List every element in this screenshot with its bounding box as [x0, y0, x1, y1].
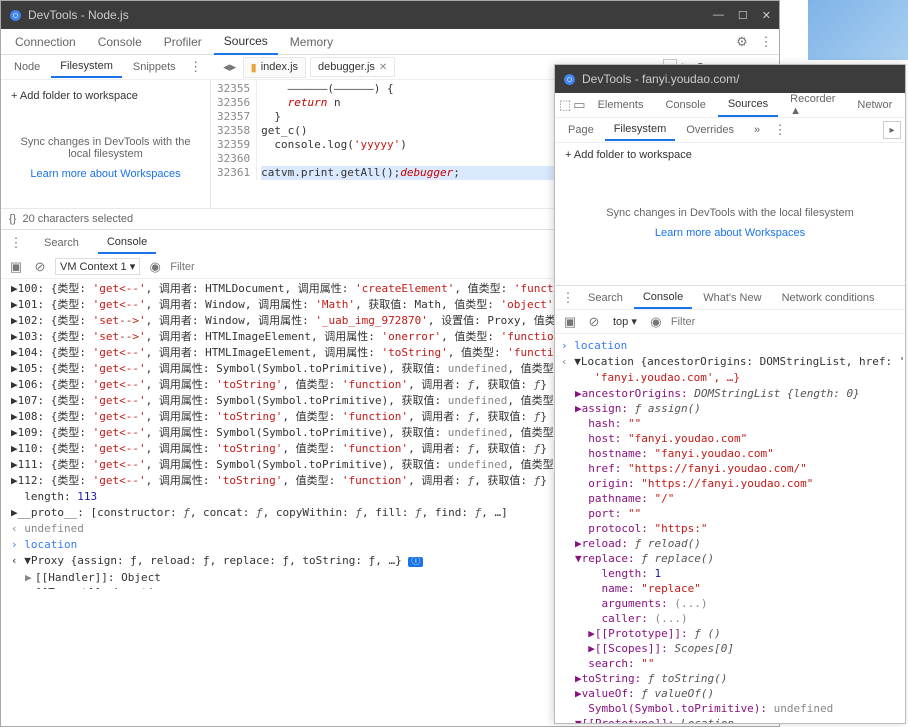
subtab-snippets[interactable]: Snippets: [124, 57, 185, 77]
subtab-overrides[interactable]: Overrides: [677, 120, 743, 140]
learn-link-2[interactable]: Learn more about Workspaces: [561, 227, 899, 239]
device-toggle-icon[interactable]: ▭: [573, 96, 585, 114]
sync-message: Sync changes in DevTools with the local …: [7, 136, 204, 160]
console-toolbar-2: ▣ ⊘ top ▾ ◉: [555, 310, 905, 334]
debugger-pane-icon[interactable]: ▸: [883, 121, 901, 139]
object-tree-row[interactable]: ▶reload: ƒ reload(): [561, 536, 899, 551]
tab-elements[interactable]: Elements: [588, 94, 654, 116]
drawer-whatsnew[interactable]: What's New: [694, 288, 770, 308]
object-tree-row[interactable]: name: "replace": [561, 581, 899, 596]
object-tree-row[interactable]: ▶ancestorOrigins: DOMStringList {length:…: [561, 386, 899, 401]
object-tree-row[interactable]: caller: (...): [561, 611, 899, 626]
object-tree-row[interactable]: protocol: "https:": [561, 521, 899, 536]
pretty-print-icon[interactable]: {}: [9, 213, 16, 225]
tab-console-2[interactable]: Console: [655, 94, 715, 116]
drawer-menu-icon[interactable]: ⋮: [7, 234, 25, 252]
live-expression-icon-2[interactable]: ◉: [647, 313, 665, 331]
learn-workspaces-link[interactable]: Learn more about Workspaces: [7, 168, 204, 180]
more-icon[interactable]: ⋮: [771, 121, 789, 139]
chrome-icon: [563, 73, 576, 86]
object-tree-row[interactable]: hostname: "fanyi.youdao.com": [561, 446, 899, 461]
main-tabstrip-2: ⬚ ▭ Elements Console Sources Recorder ▲ …: [555, 93, 905, 118]
subtab-more[interactable]: »: [745, 120, 769, 140]
tab-connection[interactable]: Connection: [5, 30, 86, 54]
close-icon[interactable]: ✕: [762, 9, 771, 22]
object-tree-row[interactable]: ▶assign: ƒ assign(): [561, 401, 899, 416]
object-tree-row[interactable]: arguments: (...): [561, 596, 899, 611]
sync-message-2: Sync changes in DevTools with the local …: [561, 207, 899, 219]
file-tabs: ◂▸ ▮ index.js debugger.js ✕: [221, 57, 396, 78]
kebab-menu-icon[interactable]: ⋮: [757, 33, 775, 51]
tab-profiler[interactable]: Profiler: [154, 30, 212, 54]
subtab-filesystem-2[interactable]: Filesystem: [605, 119, 676, 141]
object-tree-row[interactable]: ▼[[Prototype]]: Location: [561, 716, 899, 723]
object-tree-row[interactable]: length: 1: [561, 566, 899, 581]
sidebar-toggle-icon[interactable]: ▣: [7, 258, 25, 276]
drawer-tab-search[interactable]: Search: [35, 233, 88, 253]
filetab-index[interactable]: ▮ index.js: [243, 57, 306, 78]
object-tree-row[interactable]: host: "fanyi.youdao.com": [561, 431, 899, 446]
tab-sources[interactable]: Sources: [214, 29, 278, 55]
titlebar-2[interactable]: DevTools - fanyi.youdao.com/: [555, 65, 905, 93]
add-folder-button[interactable]: + Add folder to workspace: [7, 86, 204, 106]
subtab-node[interactable]: Node: [5, 57, 49, 77]
sidebar-toggle-icon-2[interactable]: ▣: [561, 313, 579, 331]
object-tree-row[interactable]: ▼replace: ƒ replace(): [561, 551, 899, 566]
drawer-tabs-2: ⋮ Search Console What's New Network cond…: [555, 285, 905, 310]
minimize-icon[interactable]: —: [713, 9, 724, 22]
line-gutter: 323553235632357 323583235932360 32361323…: [211, 80, 257, 180]
inspect-icon[interactable]: ⬚: [559, 96, 571, 114]
object-tree-row[interactable]: ▶toString: ƒ toString(): [561, 671, 899, 686]
window-controls: — ☐ ✕: [713, 9, 771, 22]
subtab-page[interactable]: Page: [559, 120, 603, 140]
filesystem-sidebar: + Add folder to workspace Sync changes i…: [1, 80, 211, 208]
object-tree-row[interactable]: ▶[[Prototype]]: ƒ (): [561, 626, 899, 641]
more-tabs-icon[interactable]: ⋮: [187, 58, 205, 76]
chrome-icon: [9, 9, 22, 22]
object-tree-row[interactable]: pathname: "/": [561, 491, 899, 506]
selection-status: 20 characters selected: [22, 213, 133, 225]
file-nav-icon[interactable]: ◂▸: [221, 58, 239, 76]
window-title: DevTools - Node.js: [28, 8, 713, 22]
drawer-search[interactable]: Search: [579, 288, 632, 308]
object-tree-row[interactable]: search: "": [561, 656, 899, 671]
object-tree-row[interactable]: href: "https://fanyi.youdao.com/": [561, 461, 899, 476]
object-tree-row[interactable]: ▶[[Scopes]]: Scopes[0]: [561, 641, 899, 656]
object-tree-row[interactable]: port: "": [561, 506, 899, 521]
drawer-menu-icon-2[interactable]: ⋮: [559, 289, 577, 307]
tab-memory[interactable]: Memory: [280, 30, 343, 54]
tab-recorder[interactable]: Recorder ▲: [780, 88, 845, 122]
clear-console-icon-2[interactable]: ⊘: [585, 313, 603, 331]
window-title-2: DevTools - fanyi.youdao.com/: [582, 72, 897, 86]
add-folder-button-2[interactable]: + Add folder to workspace: [555, 143, 905, 167]
tab-network[interactable]: Networ: [847, 94, 902, 116]
filter-input-2[interactable]: [671, 316, 899, 328]
context-selector-2[interactable]: top ▾: [609, 314, 641, 329]
maximize-icon[interactable]: ☐: [738, 9, 748, 22]
object-tree-row[interactable]: origin: "https://fanyi.youdao.com": [561, 476, 899, 491]
sources-subtabs-2: Page Filesystem Overrides » ⋮ ▸: [555, 118, 905, 143]
object-tree-row[interactable]: ▶valueOf: ƒ valueOf(): [561, 686, 899, 701]
close-tab-icon[interactable]: ✕: [379, 62, 387, 73]
main-tabstrip: Connection Console Profiler Sources Memo…: [1, 29, 779, 55]
js-file-icon: ▮: [251, 61, 257, 74]
desktop-background: [808, 0, 908, 60]
subtab-filesystem[interactable]: Filesystem: [51, 56, 122, 78]
drawer-netcond[interactable]: Network conditions: [773, 288, 884, 308]
object-tree-row[interactable]: hash: "": [561, 416, 899, 431]
devtools-window-fanyi: DevTools - fanyi.youdao.com/ ⬚ ▭ Element…: [554, 64, 906, 724]
settings-icon[interactable]: ⚙: [733, 33, 751, 51]
console-output-2[interactable]: › location ‹ ▼Location {ancestorOrigins:…: [555, 334, 905, 723]
clear-console-icon[interactable]: ⊘: [31, 258, 49, 276]
tab-sources-2[interactable]: Sources: [718, 93, 778, 117]
drawer-tab-console[interactable]: Console: [98, 232, 156, 254]
drawer-console[interactable]: Console: [634, 287, 692, 309]
tab-console[interactable]: Console: [88, 30, 152, 54]
object-tree-row[interactable]: Symbol(Symbol.toPrimitive): undefined: [561, 701, 899, 716]
live-expression-icon[interactable]: ◉: [146, 258, 164, 276]
context-selector[interactable]: VM Context 1 ▾: [55, 258, 140, 275]
filetab-debugger[interactable]: debugger.js ✕: [310, 57, 395, 77]
titlebar[interactable]: DevTools - Node.js — ☐ ✕: [1, 1, 779, 29]
